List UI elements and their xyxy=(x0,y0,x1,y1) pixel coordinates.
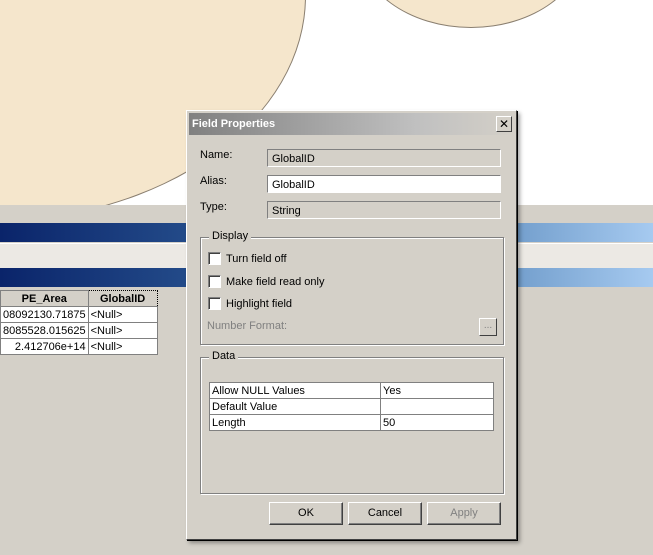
data-row-key: Allow NULL Values xyxy=(209,382,381,399)
column-header-globalid[interactable]: GlobalID xyxy=(87,290,158,307)
column-header-pe-area[interactable]: PE_Area xyxy=(0,290,89,307)
data-row-value[interactable]: 50 xyxy=(380,414,494,431)
table-cell[interactable]: 08092130.71875 xyxy=(0,306,89,323)
read-only-checkbox[interactable] xyxy=(208,275,221,288)
table-row[interactable]: 8085528.015625 <Null> xyxy=(0,322,158,339)
data-row-default-value[interactable]: Default Value xyxy=(209,398,494,415)
turn-field-off-label[interactable]: Turn field off xyxy=(226,253,287,265)
alias-input[interactable]: GlobalID xyxy=(267,175,501,193)
name-label: Name: xyxy=(200,149,233,161)
type-label: Type: xyxy=(200,201,227,213)
data-row-length[interactable]: Length 50 xyxy=(209,414,494,431)
highlight-field-option[interactable]: Highlight field xyxy=(208,297,292,310)
table-cell[interactable]: 8085528.015625 xyxy=(0,322,89,339)
table-header-row: PE_Area GlobalID xyxy=(0,290,158,307)
close-icon: ✕ xyxy=(498,117,510,131)
turn-field-off-option[interactable]: Turn field off xyxy=(208,252,287,265)
data-row-value[interactable] xyxy=(380,398,494,415)
display-group: Display Turn field off Make field read o… xyxy=(200,230,504,345)
data-group: Data Allow NULL Values Yes Default Value… xyxy=(200,350,504,494)
highlight-field-label[interactable]: Highlight field xyxy=(226,298,292,310)
ok-button[interactable]: OK xyxy=(269,502,343,525)
apply-button[interactable]: Apply xyxy=(427,502,501,525)
read-only-label[interactable]: Make field read only xyxy=(226,276,324,288)
turn-field-off-checkbox[interactable] xyxy=(208,252,221,265)
attribute-table: PE_Area GlobalID 08092130.71875 <Null> 8… xyxy=(0,290,158,355)
data-properties-table: Allow NULL Values Yes Default Value Leng… xyxy=(209,382,494,431)
data-row-key: Default Value xyxy=(209,398,381,415)
table-row[interactable]: 08092130.71875 <Null> xyxy=(0,306,158,323)
table-cell[interactable]: <Null> xyxy=(87,338,158,355)
data-group-title: Data xyxy=(209,350,239,362)
dialog-title-bar[interactable]: Field Properties ✕ xyxy=(189,113,514,135)
table-row[interactable]: 2.412706e+14 <Null> xyxy=(0,338,158,355)
close-button[interactable]: ✕ xyxy=(496,116,512,132)
map-polygon[interactable] xyxy=(357,0,585,28)
data-row-allow-null[interactable]: Allow NULL Values Yes xyxy=(209,382,494,399)
type-field: String xyxy=(267,201,501,219)
table-cell[interactable]: <Null> xyxy=(87,322,158,339)
field-properties-dialog: Field Properties ✕ Name: GlobalID Alias:… xyxy=(186,110,517,540)
read-only-option[interactable]: Make field read only xyxy=(208,275,324,288)
alias-label: Alias: xyxy=(200,175,227,187)
cancel-button[interactable]: Cancel xyxy=(348,502,422,525)
display-group-title: Display xyxy=(209,230,252,242)
data-row-value[interactable]: Yes xyxy=(380,382,494,399)
table-cell[interactable]: 2.412706e+14 xyxy=(0,338,89,355)
data-row-key: Length xyxy=(209,414,381,431)
number-format-label: Number Format: xyxy=(207,320,288,332)
name-field: GlobalID xyxy=(267,149,501,167)
table-cell[interactable]: <Null> xyxy=(87,306,158,323)
number-format-button[interactable]: ... xyxy=(479,318,497,336)
highlight-field-checkbox[interactable] xyxy=(208,297,221,310)
dialog-title: Field Properties xyxy=(192,118,276,130)
